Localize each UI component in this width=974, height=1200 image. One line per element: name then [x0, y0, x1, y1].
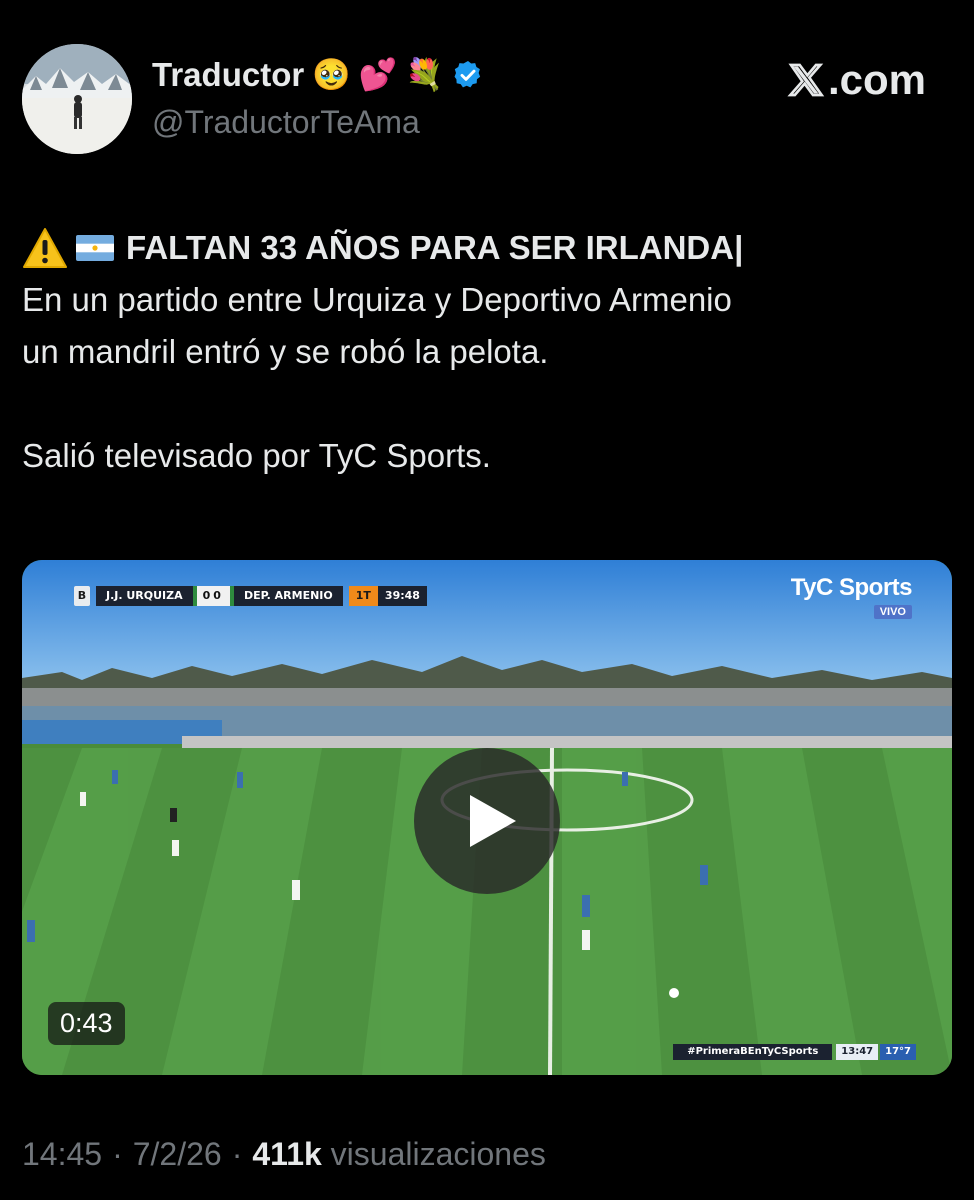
away-team: DEP. ARMENIO: [233, 586, 343, 606]
play-icon: [470, 795, 516, 847]
author-name-row[interactable]: Traductor 🥹 💕 💐: [152, 56, 484, 94]
bouquet-emoji: 💐: [405, 56, 445, 93]
match-half: 1T: [348, 586, 378, 606]
tweet-body-line-3: Salió televisado por TyC Sports.: [22, 437, 491, 474]
verified-badge-icon: [454, 61, 481, 88]
live-badge: VIVO: [873, 605, 912, 619]
views[interactable]: 411k visualizaciones: [252, 1136, 546, 1173]
broadcaster-name: TyC Sports: [790, 574, 913, 601]
league-logo: B: [74, 586, 90, 606]
tweet-time[interactable]: 14:45: [22, 1136, 102, 1173]
scorebug: B J.J. URQUIZA 00 DEP. ARMENIO 1T 39:48: [74, 586, 427, 606]
pleading-face-emoji: 🥹: [312, 56, 351, 93]
views-label: visualizaciones: [330, 1136, 546, 1172]
headline-text: FALTAN 33 AÑOS PARA SER IRLANDA|: [126, 229, 744, 266]
away-score: 0: [213, 589, 224, 602]
avatar-photo: [22, 44, 132, 154]
tweet-date[interactable]: 7/2/26: [133, 1136, 222, 1173]
meta-separator: ·: [231, 1136, 243, 1172]
views-count: 411k: [252, 1136, 322, 1172]
tweet-body-line-2: un mandril entró y se robó la pelota.: [22, 333, 549, 370]
home-score: 0: [202, 589, 214, 602]
ticker-temperature: 17°7: [880, 1044, 916, 1060]
video-duration: 0:43: [48, 1002, 125, 1045]
home-team: J.J. URQUIZA: [96, 586, 193, 606]
site-logo: .com: [786, 56, 926, 104]
tweet-meta: 14:45 · 7/2/26 · 411k visualizaciones: [22, 1136, 546, 1173]
tweet-text: FALTAN 33 AÑOS PARA SER IRLANDA| En un p…: [22, 222, 952, 482]
ticker-hashtag: #PrimeraBEnTyCSports: [673, 1044, 833, 1060]
broadcaster-logo: TyC Sports VIVO: [790, 574, 913, 620]
author-handle[interactable]: @TraductorTeAma: [152, 104, 420, 141]
score: 00: [192, 586, 234, 606]
argentina-flag-icon: [76, 235, 114, 261]
meta-separator: ·: [112, 1136, 123, 1172]
ticker-time: 13:47: [836, 1044, 879, 1060]
site-domain-label: .com: [827, 56, 926, 103]
video-player[interactable]: B J.J. URQUIZA 00 DEP. ARMENIO 1T 39:48 …: [22, 560, 952, 1075]
x-logo-icon: [787, 63, 825, 97]
tweet-headline: FALTAN 33 AÑOS PARA SER IRLANDA|: [22, 222, 952, 274]
play-button[interactable]: [414, 748, 560, 894]
warning-icon: [23, 228, 67, 268]
match-clock: 39:48: [377, 586, 427, 606]
two-hearts-emoji: 💕: [358, 56, 398, 93]
tweet: Traductor 🥹 💕 💐 @TraductorTeAma .com FAL…: [0, 0, 974, 1200]
broadcast-ticker: #PrimeraBEnTyCSports 13:47 17°7: [673, 1044, 916, 1060]
avatar[interactable]: [22, 44, 132, 154]
author-display-name[interactable]: Traductor: [152, 56, 304, 94]
tweet-body-line-1: En un partido entre Urquiza y Deportivo …: [22, 281, 732, 318]
